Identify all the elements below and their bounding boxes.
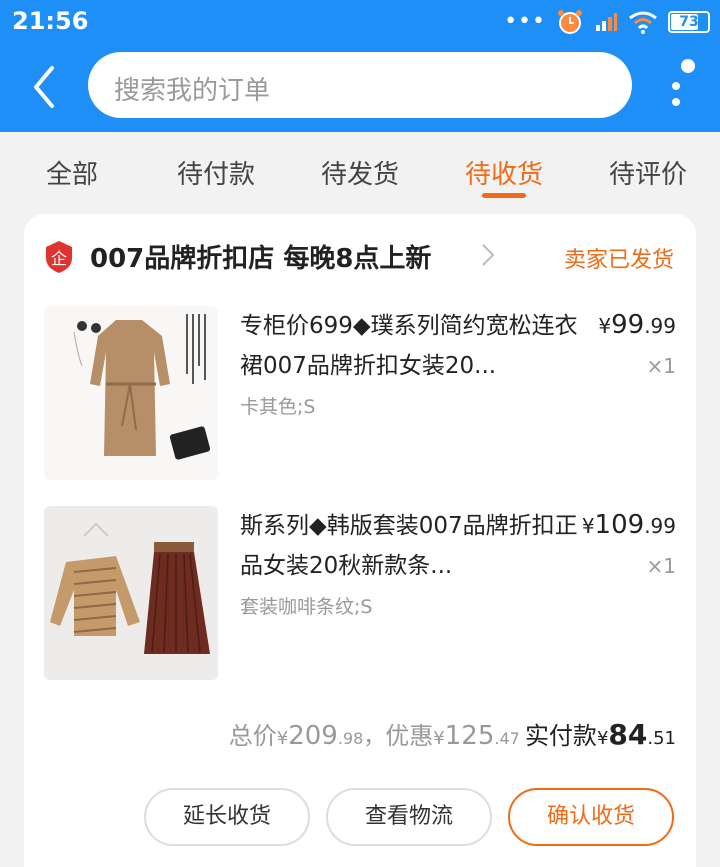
separator: ， <box>363 725 386 750</box>
search-placeholder: 搜索我的订单 <box>114 76 271 106</box>
tab-label: 待发货 <box>320 160 399 190</box>
tab-label: 全部 <box>45 160 98 190</box>
battery-level: 73 <box>679 14 699 30</box>
shop-row[interactable]: 企 007品牌折扣店 每晚8点上新 卖家已发货 <box>24 238 696 278</box>
discount-integer: 125 <box>444 721 495 751</box>
order-item[interactable]: 斯系列◆韩版套装007品牌折扣正品女装20秋新款条... 套装咖啡条纹;S ¥1… <box>44 506 676 680</box>
price-integer: 99 <box>611 310 645 340</box>
product-image-set[interactable] <box>44 506 218 680</box>
order-status: 卖家已发货 <box>563 248 674 273</box>
order-card[interactable]: 企 007品牌折扣店 每晚8点上新 卖家已发货 专柜价699◆璞系列简约宽松连衣… <box>24 214 696 867</box>
view-logistics-button[interactable]: 查看物流 <box>326 788 492 846</box>
product-image-dress[interactable] <box>44 306 218 480</box>
extend-receipt-button[interactable]: 延长收货 <box>144 788 310 846</box>
price-decimal: .99 <box>644 514 676 538</box>
currency-symbol: ¥ <box>596 728 609 749</box>
tab-pending-shipment[interactable]: 待发货 <box>288 132 432 210</box>
product-sku: 卡其色;S <box>240 396 316 418</box>
currency-symbol: ¥ <box>276 728 289 749</box>
tab-active-indicator <box>482 193 526 198</box>
wifi-icon <box>629 11 657 34</box>
price-integer: 109 <box>594 510 645 540</box>
product-quantity: ×1 <box>646 554 676 578</box>
paid-integer: 84 <box>608 718 648 751</box>
paid-decimal: .51 <box>647 728 676 749</box>
tab-all[interactable]: 全部 <box>0 132 144 210</box>
tab-label: 待评价 <box>608 160 687 190</box>
battery-icon: 73 <box>668 11 710 33</box>
more-dots-icon <box>672 59 695 106</box>
product-price: ¥99.99 <box>598 310 676 340</box>
cellular-icon <box>596 13 617 31</box>
product-title[interactable]: 专柜价699◆璞系列简约宽松连衣裙007品牌折扣女装20... <box>240 306 590 386</box>
discount-decimal: .47 <box>494 729 520 748</box>
price-symbol: ¥ <box>581 514 595 538</box>
price-decimal: .99 <box>644 314 676 338</box>
more-button[interactable] <box>660 52 704 122</box>
total-label: 总价 <box>228 722 277 750</box>
total-decimal: .98 <box>337 729 364 748</box>
search-input[interactable]: 搜索我的订单 <box>88 52 632 118</box>
alarm-icon <box>558 10 582 34</box>
back-arrow-icon <box>34 66 54 108</box>
discount-label: 优惠 <box>385 722 434 750</box>
signal-dots-icon: ••• <box>504 9 546 34</box>
tab-pending-review[interactable]: 待评价 <box>576 132 720 210</box>
order-tabs: 全部 待付款 待发货 待收货 待评价 <box>0 132 720 210</box>
product-quantity: ×1 <box>646 354 676 378</box>
chevron-right-icon <box>482 244 495 266</box>
currency-symbol: ¥ <box>433 728 445 749</box>
paid-amount: 实付款¥84.51 <box>525 718 676 751</box>
status-bar: 21:56 ••• 73 <box>0 0 720 44</box>
confirm-receipt-button[interactable]: 确认收货 <box>508 788 674 846</box>
header: 搜索我的订单 <box>0 44 720 132</box>
price-symbol: ¥ <box>598 314 612 338</box>
total-integer: 209 <box>288 721 338 751</box>
tab-pending-receipt[interactable]: 待收货 <box>432 132 576 210</box>
tab-label: 待收货 <box>464 160 543 190</box>
product-sku: 套装咖啡条纹;S <box>240 596 373 618</box>
product-price: ¥109.99 <box>582 510 676 540</box>
tab-pending-payment[interactable]: 待付款 <box>144 132 288 210</box>
order-item[interactable]: 专柜价699◆璞系列简约宽松连衣裙007品牌折扣女装20... 卡其色;S ¥9… <box>44 306 676 480</box>
svg-text:企: 企 <box>51 249 67 268</box>
tab-label: 待付款 <box>176 160 255 190</box>
product-title[interactable]: 斯系列◆韩版套装007品牌折扣正品女装20秋新款条... <box>240 506 590 586</box>
paid-label: 实付款 <box>524 722 597 750</box>
status-time: 21:56 <box>12 7 89 35</box>
order-totals: 总价¥209.98，优惠¥125.47 实付款¥84.51 <box>229 716 676 751</box>
status-icons: ••• 73 <box>504 8 710 36</box>
shop-name: 007品牌折扣店 每晚8点上新 <box>90 244 432 274</box>
back-button[interactable] <box>24 62 68 112</box>
shop-logo-icon: 企 <box>46 241 72 273</box>
